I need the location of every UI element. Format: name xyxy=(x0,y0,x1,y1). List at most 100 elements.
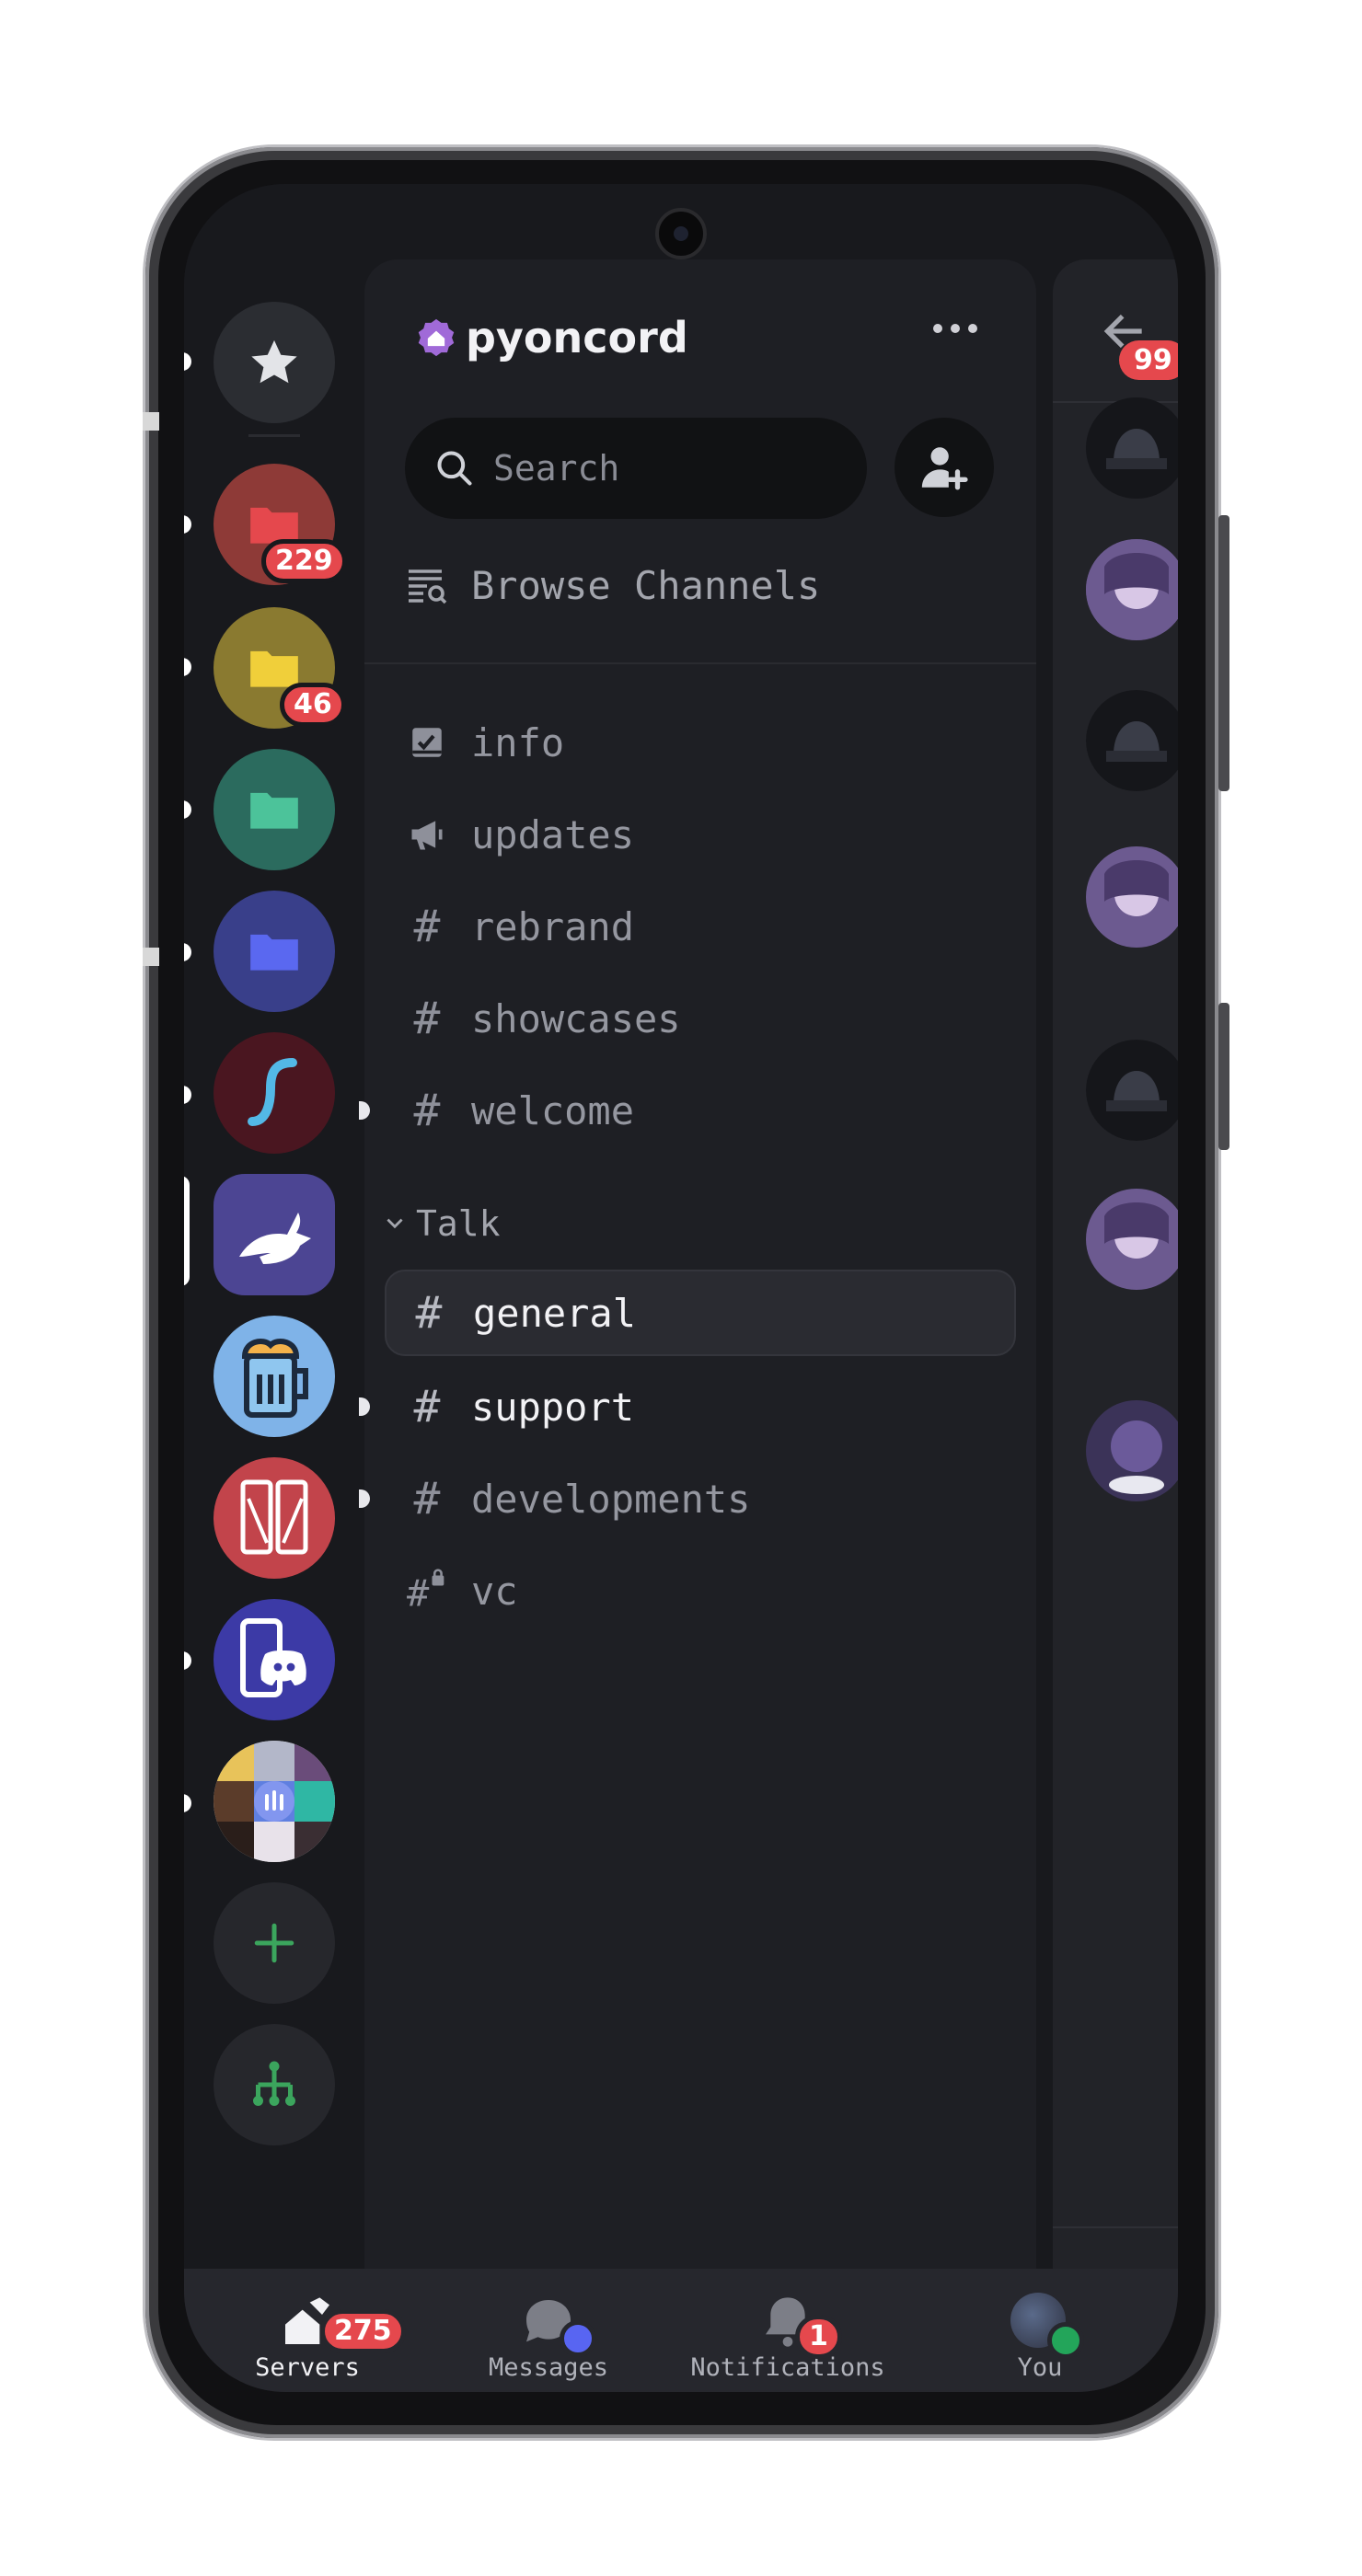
collage-image xyxy=(214,1741,335,1862)
more-options-button[interactable] xyxy=(933,324,977,333)
tab-label: Notifications xyxy=(690,2353,885,2382)
server-folder-blue[interactable] xyxy=(214,891,335,1012)
unread-indicator xyxy=(359,1397,370,1416)
hub-icon xyxy=(253,2061,295,2106)
channel-general[interactable]: # general xyxy=(385,1270,1016,1356)
unread-badge: 229 xyxy=(261,539,347,583)
server-folder-red[interactable]: 229 xyxy=(214,464,347,585)
status-dot xyxy=(560,2320,596,2357)
svg-text:#: # xyxy=(407,1572,430,1614)
browse-channels-icon xyxy=(409,569,447,604)
server-folder-green[interactable] xyxy=(214,749,335,870)
hash-icon: # xyxy=(413,1085,441,1136)
squiggle-icon xyxy=(248,1058,297,1126)
hash-icon: # xyxy=(415,1287,443,1339)
avatar xyxy=(1086,846,1178,948)
channel-name: updates xyxy=(471,811,635,857)
front-camera xyxy=(655,208,707,259)
tab-label: Servers xyxy=(255,2353,360,2382)
tab-servers[interactable]: 275 Servers xyxy=(239,2269,406,2392)
discover-button[interactable] xyxy=(214,2024,335,2145)
channel-rebrand[interactable]: # rebrand xyxy=(364,883,1036,970)
avatar xyxy=(1086,1189,1178,1290)
server-mug[interactable] xyxy=(214,1316,335,1437)
tab-messages[interactable]: Messages xyxy=(475,2269,622,2392)
folder-icon xyxy=(250,934,298,971)
add-server-button[interactable] xyxy=(214,1882,335,2004)
plus-icon xyxy=(254,1923,294,1963)
add-user-icon xyxy=(921,447,968,490)
channel-developments[interactable]: # developments xyxy=(359,1455,1036,1542)
unread-badge: 1 xyxy=(795,2315,842,2359)
category-talk[interactable]: Talk xyxy=(383,1203,501,1244)
avatar xyxy=(1086,397,1178,499)
avatar xyxy=(1086,690,1178,791)
folder-icon xyxy=(250,792,298,829)
star-icon xyxy=(251,339,297,384)
locked-hash-icon: # xyxy=(407,1569,447,1614)
discord-phone-icon xyxy=(240,1618,306,1697)
channel-showcases[interactable]: # showcases xyxy=(364,975,1036,1062)
unread-badge: 46 xyxy=(280,683,346,727)
invite-button[interactable] xyxy=(895,418,994,517)
app-screen: 229 46 pyoncord Search Browse Channels i… xyxy=(184,184,1178,2392)
mug-icon xyxy=(241,1339,308,1418)
server-rail: 229 46 xyxy=(184,184,364,2269)
server-pyoncord[interactable] xyxy=(214,1174,335,1295)
server-squiggle[interactable] xyxy=(214,1032,335,1154)
chevron-down-icon xyxy=(387,1218,403,1229)
channel-vc[interactable]: # vc xyxy=(364,1547,1036,1634)
channel-name: general xyxy=(473,1290,637,1336)
search-input[interactable]: Search xyxy=(405,418,867,519)
community-home-icon xyxy=(418,318,455,357)
channel-support[interactable]: # support xyxy=(359,1363,1036,1450)
avatar xyxy=(1086,1400,1178,1501)
server-phones[interactable] xyxy=(214,1457,335,1579)
channel-name: support xyxy=(471,1384,635,1430)
channel-info[interactable]: info xyxy=(364,699,1036,786)
unread-badge: 275 xyxy=(320,2309,406,2353)
channel-name: developments xyxy=(471,1476,751,1522)
search-placeholder: Search xyxy=(493,448,620,489)
server-discord-mobile[interactable] xyxy=(214,1599,335,1720)
phones-icon xyxy=(240,1479,308,1555)
collage-avatar[interactable] xyxy=(214,1741,335,1862)
volume-button xyxy=(1218,515,1229,791)
rules-icon xyxy=(407,722,447,763)
tab-notifications[interactable]: 1 Notifications xyxy=(687,2269,889,2392)
tab-you[interactable]: You xyxy=(985,2269,1095,2392)
hash-icon: # xyxy=(413,1473,441,1524)
unread-indicator xyxy=(359,1489,370,1508)
channel-panel: pyoncord Search Browse Channels info upd… xyxy=(359,259,1036,2269)
channel-name: vc xyxy=(471,1568,518,1614)
unread-indicator xyxy=(359,1101,370,1120)
browse-channels-button[interactable]: Browse Channels xyxy=(405,563,820,608)
tab-label: Messages xyxy=(488,2353,609,2382)
rabbit-icon xyxy=(239,1213,311,1264)
hash-icon: # xyxy=(413,901,441,952)
megaphone-icon xyxy=(407,814,447,855)
hash-icon: # xyxy=(413,1381,441,1432)
power-button xyxy=(1218,1003,1229,1150)
tab-label: You xyxy=(1017,2353,1063,2382)
category-name: Talk xyxy=(416,1203,501,1244)
hash-icon: # xyxy=(413,993,441,1044)
bottom-nav: 275 Servers Messages 1 Notifications You xyxy=(184,2269,1178,2392)
channel-name: welcome xyxy=(471,1087,635,1133)
online-status-dot xyxy=(1047,2322,1084,2359)
chat-pane-peek[interactable]: 99 xyxy=(1053,259,1178,2269)
search-icon xyxy=(437,451,472,486)
browse-channels-label: Browse Channels xyxy=(471,563,821,608)
channel-name: showcases xyxy=(471,995,681,1041)
favorites-button[interactable] xyxy=(214,302,335,423)
avatar xyxy=(1086,1040,1178,1141)
channel-welcome[interactable]: # welcome xyxy=(359,1067,1036,1154)
server-name: pyoncord xyxy=(466,313,688,362)
channel-name: rebrand xyxy=(471,903,635,949)
unread-badge: 99 xyxy=(1119,340,1178,380)
server-folder-yellow[interactable]: 46 xyxy=(214,607,346,729)
avatar xyxy=(1086,539,1178,640)
server-header[interactable]: pyoncord xyxy=(416,313,688,362)
channel-updates[interactable]: updates xyxy=(364,791,1036,878)
channel-name: info xyxy=(471,719,565,765)
